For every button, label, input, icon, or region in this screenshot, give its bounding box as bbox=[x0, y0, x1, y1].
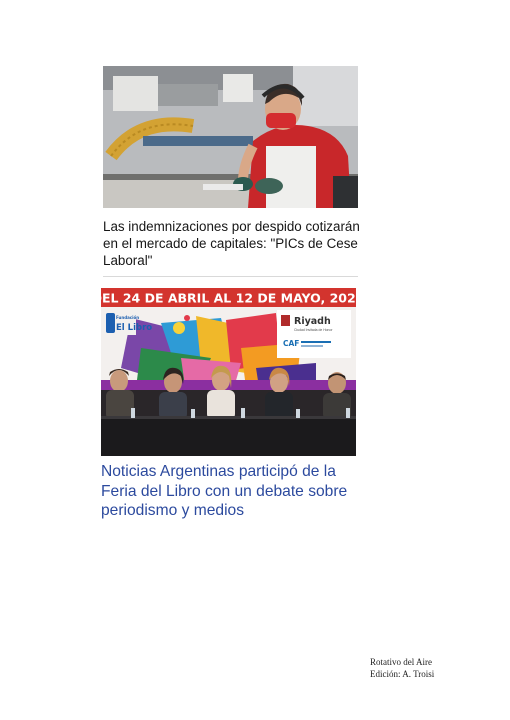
banner-sponsor: CAF bbox=[283, 339, 299, 348]
riyadh-emblem-icon bbox=[281, 315, 290, 326]
article-headline-indemnizaciones[interactable]: Las indemnizaciones por despido cotizará… bbox=[103, 218, 365, 269]
feria-panel-photo: DEL 24 DE ABRIL AL 12 DE MAYO, 2025 Fund… bbox=[101, 288, 356, 456]
banner-dates: DEL 24 DE ABRIL AL 12 DE MAYO, 2025 bbox=[101, 291, 356, 306]
article-headline-feria-del-libro[interactable]: Noticias Argentinas participó de la Feri… bbox=[101, 462, 363, 521]
article-divider bbox=[103, 276, 358, 277]
factory-worker-photo bbox=[103, 66, 358, 208]
publication-credits: Rotativo del Aire Edición: A. Troisi bbox=[370, 656, 480, 680]
article-image-factory-worker[interactable] bbox=[103, 66, 358, 208]
credits-editor: Edición: A. Troisi bbox=[370, 669, 435, 679]
credits-publication: Rotativo del Aire bbox=[370, 657, 432, 667]
article-image-feria-del-libro[interactable]: DEL 24 DE ABRIL AL 12 DE MAYO, 2025 Fund… bbox=[101, 288, 356, 456]
banner-org-small: Fundación bbox=[116, 315, 139, 320]
banner-guest-city: Riyadh bbox=[294, 316, 331, 327]
banner-guest-sub: Ciudad Invitada de Honor bbox=[294, 328, 333, 332]
banner-org-name: El Libro bbox=[116, 323, 152, 333]
